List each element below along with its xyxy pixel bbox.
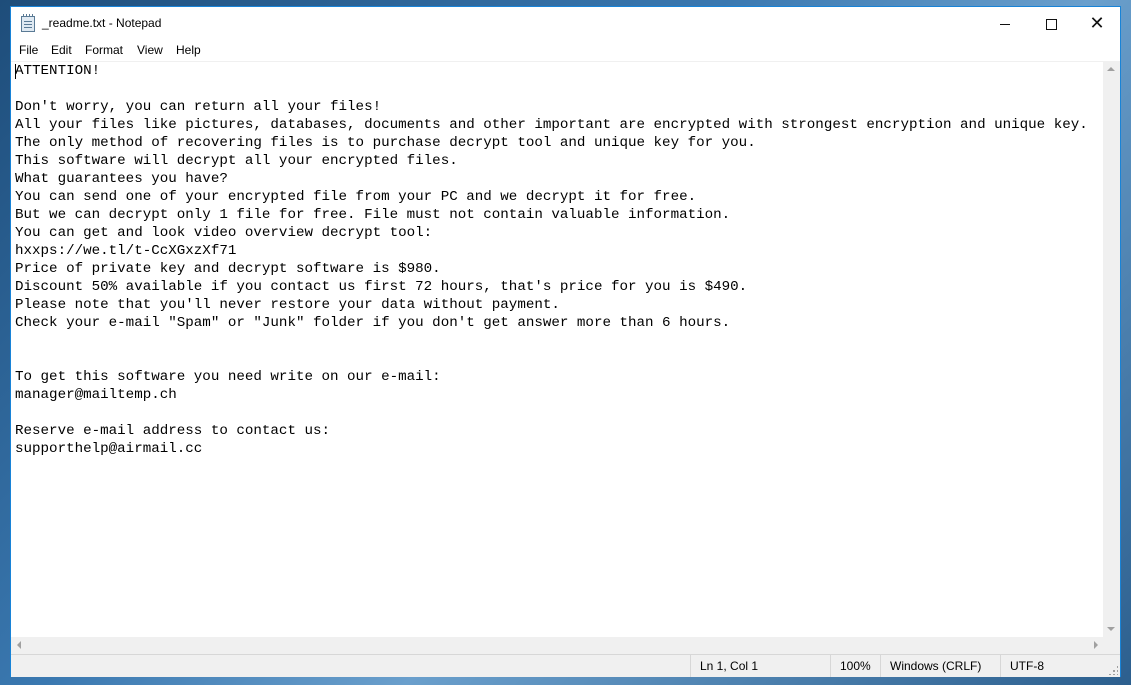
status-position: Ln 1, Col 1 bbox=[690, 655, 830, 677]
notepad-window: _readme.txt - Notepad ✕ File Edit Format… bbox=[10, 6, 1121, 677]
horizontal-scrollbar[interactable] bbox=[11, 637, 1104, 654]
notepad-icon bbox=[21, 14, 35, 32]
close-icon: ✕ bbox=[1089, 13, 1105, 34]
menu-edit[interactable]: Edit bbox=[50, 43, 73, 57]
title-bar[interactable]: _readme.txt - Notepad ✕ bbox=[11, 7, 1120, 41]
menu-format[interactable]: Format bbox=[84, 43, 124, 57]
resize-grip-icon[interactable] bbox=[1108, 665, 1118, 675]
menu-bar: File Edit Format View Help bbox=[11, 41, 1120, 61]
minimize-icon bbox=[1000, 23, 1010, 25]
maximize-icon bbox=[1045, 18, 1057, 30]
menu-view[interactable]: View bbox=[136, 43, 164, 57]
scroll-left-icon[interactable] bbox=[17, 641, 21, 649]
scroll-corner bbox=[1103, 637, 1120, 654]
scroll-right-icon[interactable] bbox=[1094, 641, 1098, 649]
text-editor[interactable]: ATTENTION! Don't worry, you can return a… bbox=[11, 61, 1104, 638]
status-line-ending: Windows (CRLF) bbox=[880, 655, 1000, 677]
close-button[interactable]: ✕ bbox=[1074, 7, 1120, 41]
vertical-scrollbar[interactable] bbox=[1103, 61, 1120, 637]
menu-help[interactable]: Help bbox=[175, 43, 202, 57]
maximize-button[interactable] bbox=[1028, 7, 1074, 41]
scroll-down-icon[interactable] bbox=[1107, 627, 1115, 631]
menu-file[interactable]: File bbox=[18, 43, 39, 57]
status-bar: Ln 1, Col 1 100% Windows (CRLF) UTF-8 bbox=[11, 654, 1120, 677]
status-zoom: 100% bbox=[830, 655, 880, 677]
scroll-up-icon[interactable] bbox=[1107, 67, 1115, 71]
minimize-button[interactable] bbox=[982, 7, 1028, 41]
document-text[interactable]: ATTENTION! Don't worry, you can return a… bbox=[15, 62, 1088, 458]
window-title: _readme.txt - Notepad bbox=[42, 16, 162, 30]
text-caret bbox=[15, 64, 16, 79]
status-encoding: UTF-8 bbox=[1000, 655, 1100, 677]
